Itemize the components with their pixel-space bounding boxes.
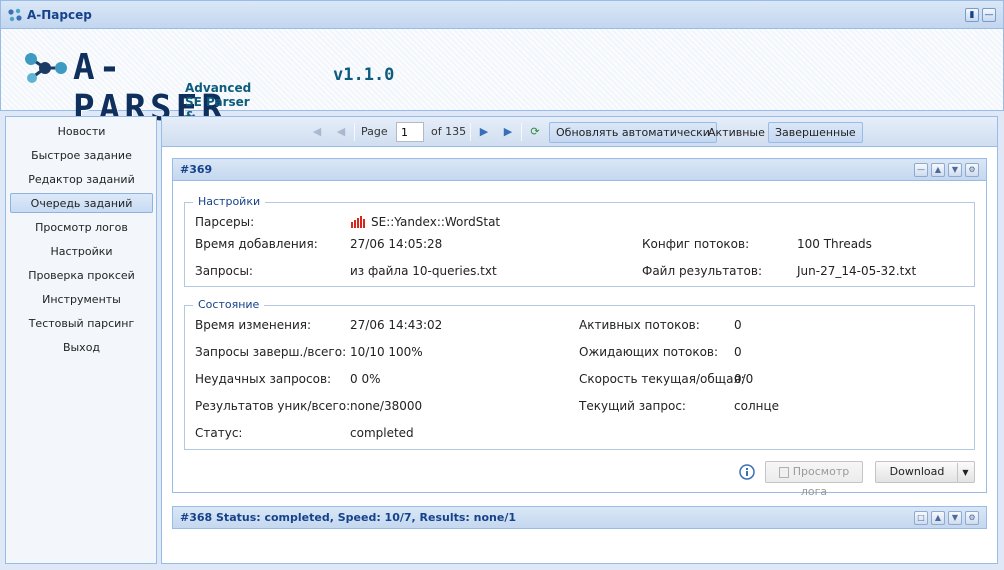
first-page-icon[interactable]: ◀​ xyxy=(310,125,324,139)
expand-icon[interactable]: □ xyxy=(914,511,928,525)
move-up-icon[interactable]: ▲ xyxy=(931,511,945,525)
sidebar-item-tools[interactable]: Инструменты xyxy=(10,289,153,309)
settings-fieldset: Настройки Парсеры: SE::Yandex::WordStat … xyxy=(184,195,975,287)
status-value: completed xyxy=(350,426,414,440)
auto-refresh-toggle[interactable]: Обновлять автоматически xyxy=(549,122,717,143)
last-page-icon[interactable]: ▶​ xyxy=(501,125,515,139)
move-up-icon[interactable]: ▲ xyxy=(931,163,945,177)
threads-value: 100 Threads xyxy=(797,237,872,251)
dropdown-arrow-icon[interactable]: ▼ xyxy=(957,463,973,483)
task-panel-title: #368 Status: completed, Speed: 10/7, Res… xyxy=(180,511,516,524)
failed-label: Неудачных запросов: xyxy=(195,372,332,386)
page-count: of 135 xyxy=(431,125,467,138)
log-icon xyxy=(778,466,789,478)
parsers-label: Парсеры: xyxy=(195,215,255,229)
speed-label: Скорость текущая/общая: xyxy=(579,372,745,386)
window-titlebar: A-Парсер ▮ — xyxy=(0,0,1004,29)
parsers-value: SE::Yandex::WordStat xyxy=(371,215,501,229)
settings-gear-icon[interactable]: ⚙ xyxy=(965,163,979,177)
state-legend: Состояние xyxy=(193,298,265,311)
filter-active-toggle[interactable]: Активные xyxy=(701,122,772,143)
collapse-icon[interactable]: — xyxy=(914,163,928,177)
settings-gear-icon[interactable]: ⚙ xyxy=(965,511,979,525)
info-icon[interactable] xyxy=(739,464,755,480)
sidebar-item-task-queue[interactable]: Очередь заданий xyxy=(10,193,153,213)
task-panel-title: #369 xyxy=(180,163,213,176)
toolbar-separator xyxy=(521,123,522,141)
queries-label: Запросы: xyxy=(195,264,253,278)
window-title: A-Парсер xyxy=(27,8,92,22)
current-query-label: Текущий запрос: xyxy=(579,399,686,413)
state-fieldset: Состояние Время изменения: 27/06 14:43:0… xyxy=(184,298,975,450)
pin-icon[interactable]: ▮ xyxy=(965,8,979,22)
filter-finished-toggle[interactable]: Завершенные xyxy=(768,122,863,143)
waiting-threads-label: Ожидающих потоков: xyxy=(579,345,719,359)
toolbar-separator xyxy=(354,123,355,141)
results-label: Результатов уник/всего: xyxy=(195,399,351,413)
current-query-value: солнце xyxy=(734,399,780,413)
speed-value: 0/0 xyxy=(734,372,754,386)
app-header: A-PARSER v1.1.0 Advanced SE Parser & Ana… xyxy=(0,29,1004,151)
view-log-button[interactable]: Просмотр лога xyxy=(765,461,863,498)
added-value: 27/06 14:05:28 xyxy=(350,237,443,251)
done-label: Запросы заверш./всего: xyxy=(195,345,347,359)
sidebar-item-settings[interactable]: Настройки xyxy=(10,241,153,261)
task-panel-header[interactable]: #368 Status: completed, Speed: 10/7, Res… xyxy=(173,507,986,529)
sidebar: Новости Быстрое задание Редактор заданий… xyxy=(5,116,157,564)
view-log-label: Просмотр лога xyxy=(792,465,850,498)
next-page-icon[interactable]: ▶ xyxy=(477,125,491,139)
main-panel: ◀​ ◀ Page of 135 ▶ ▶​ ⟳ Обновлять автома… xyxy=(161,116,998,564)
result-file-label: Файл результатов: xyxy=(642,264,762,278)
page-number-input[interactable] xyxy=(396,122,424,142)
toolbar-separator xyxy=(470,123,471,141)
changed-value: 27/06 14:43:02 xyxy=(350,318,443,332)
task-panel-369: #369 — ▲ ▼ ⚙ Настройки Парсеры: SE::Yand… xyxy=(172,158,987,498)
status-label: Статус: xyxy=(195,426,243,440)
threads-label: Конфиг потоков: xyxy=(642,237,750,251)
refresh-icon[interactable]: ⟳ xyxy=(528,125,542,139)
sidebar-item-task-editor[interactable]: Редактор заданий xyxy=(10,169,153,189)
download-label: Download xyxy=(889,465,945,478)
added-label: Время добавления: xyxy=(195,237,318,251)
active-threads-value: 0 xyxy=(734,318,742,332)
sidebar-item-logs[interactable]: Просмотр логов xyxy=(10,217,153,237)
settings-legend: Настройки xyxy=(193,195,266,208)
sidebar-item-exit[interactable]: Выход xyxy=(10,337,153,357)
logo-molecule-icon xyxy=(25,53,67,83)
active-threads-label: Активных потоков: xyxy=(579,318,700,332)
sidebar-item-test-parsing[interactable]: Тестовый парсинг xyxy=(10,313,153,333)
task-panel-header[interactable]: #369 — ▲ ▼ ⚙ xyxy=(173,159,986,181)
results-value: none/38000 xyxy=(350,399,423,413)
paging-toolbar: ◀​ ◀ Page of 135 ▶ ▶​ ⟳ Обновлять автома… xyxy=(162,117,997,147)
queries-value: из файла 10-queries.txt xyxy=(350,264,497,278)
result-file-value: Jun-27_14-05-32.txt xyxy=(797,264,917,278)
page-label: Page xyxy=(361,125,388,138)
download-button[interactable]: Download ▼ xyxy=(875,461,975,483)
sidebar-item-news[interactable]: Новости xyxy=(10,121,153,141)
waiting-threads-value: 0 xyxy=(734,345,742,359)
sidebar-item-proxy-check[interactable]: Проверка проксей xyxy=(10,265,153,285)
move-down-icon[interactable]: ▼ xyxy=(948,163,962,177)
logo-version: v1.1.0 xyxy=(333,65,395,85)
changed-label: Время изменения: xyxy=(195,318,312,332)
failed-value: 0 0% xyxy=(350,372,381,386)
task-panel-368: #368 Status: completed, Speed: 10/7, Res… xyxy=(172,506,987,529)
move-down-icon[interactable]: ▼ xyxy=(948,511,962,525)
parser-bars-icon xyxy=(351,216,365,228)
sidebar-item-quick-task[interactable]: Быстрое задание xyxy=(10,145,153,165)
done-value: 10/10 100% xyxy=(350,345,423,359)
prev-page-icon[interactable]: ◀ xyxy=(334,125,348,139)
app-logo-icon xyxy=(8,8,22,22)
minimize-icon[interactable]: — xyxy=(982,8,996,22)
